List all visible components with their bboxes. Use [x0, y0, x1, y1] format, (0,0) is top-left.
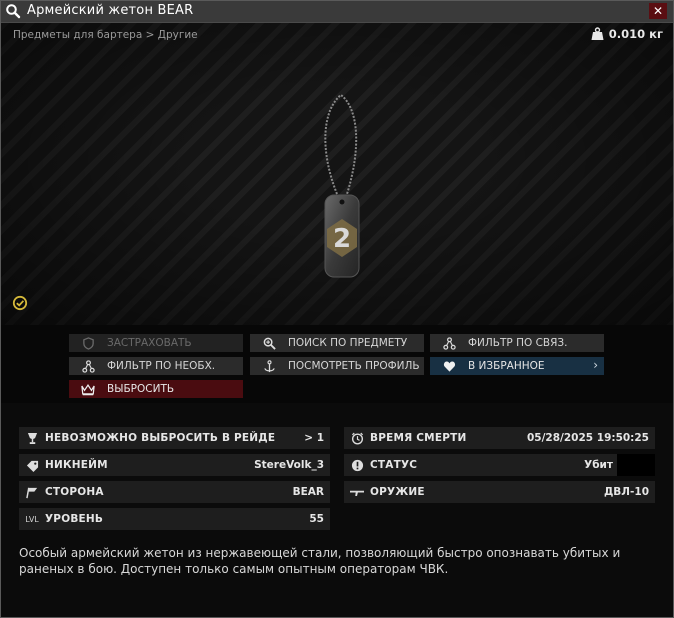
window-title: Армейский жетон BEAR — [27, 3, 194, 18]
stat-value: Убит — [584, 459, 613, 471]
view-profile-label: ПОСМОТРЕТЬ ПРОФИЛЬ — [288, 360, 420, 372]
discard-label: ВЫБРОСИТЬ — [107, 383, 175, 395]
shield-icon — [81, 336, 95, 350]
insure-label: ЗАСТРАХОВАТЬ — [107, 337, 192, 349]
filter-linked-button[interactable]: ФИЛЬТР ПО СВЯЗ. — [430, 334, 604, 352]
anchor-icon — [262, 359, 276, 373]
level-icon: LVL — [25, 514, 39, 524]
flag-icon — [25, 485, 39, 499]
search-icon — [5, 3, 21, 19]
redacted-block — [617, 454, 655, 476]
discard-button[interactable]: ВЫБРОСИТЬ — [69, 380, 243, 398]
stat-label: НЕВОЗМОЖНО ВЫБРОСИТЬ В РЕЙДЕ — [45, 432, 276, 444]
stat-row: СТАТУС Убит — [344, 454, 655, 476]
favorites-label: В ИЗБРАННОЕ — [468, 360, 545, 372]
stat-value: BEAR — [292, 486, 324, 498]
stat-label: СТОРОНА — [45, 486, 104, 498]
stats-panel: НЕВОЗМОЖНО ВЫБРОСИТЬ В РЕЙДЕ > 1 НИКНЕЙМ… — [1, 403, 673, 617]
search-item-button[interactable]: ПОИСК ПО ПРЕДМЕТУ — [250, 334, 424, 352]
weight-display: 0.010 кг — [591, 27, 663, 41]
svg-text:2: 2 — [333, 224, 351, 254]
alert-icon — [350, 458, 364, 472]
stat-value: StereVolk_3 — [254, 459, 324, 471]
action-panel: ЗАСТРАХОВАТЬ ПОИСК ПО ПРЕДМЕТУ ФИЛЬТР ПО… — [1, 325, 673, 403]
heart-icon — [442, 359, 456, 373]
item-inspect-window: Армейский жетон BEAR ✕ Предметы для барт… — [0, 0, 674, 618]
weight-value: 0.010 кг — [608, 27, 663, 41]
stat-row: СТОРОНА BEAR — [19, 481, 330, 503]
favorites-button[interactable]: В ИЗБРАННОЕ › — [430, 357, 604, 375]
stat-label: ВРЕМЯ СМЕРТИ — [370, 432, 467, 444]
rifle-icon — [350, 485, 364, 499]
stat-label: НИКНЕЙМ — [45, 459, 108, 471]
nodes-icon — [81, 359, 95, 373]
clock-icon — [350, 431, 364, 445]
examined-check-icon — [12, 295, 28, 311]
stat-row: LVL УРОВЕНЬ 55 — [19, 508, 330, 530]
item-preview: Предметы для бартера > Другие 0.010 кг 2 — [1, 23, 673, 325]
stat-label: СТАТУС — [370, 459, 418, 471]
stat-row: ВРЕМЯ СМЕРТИ 05/28/2025 19:50:25 — [344, 427, 655, 449]
item-description: Особый армейский жетон из нержавеющей ст… — [19, 546, 621, 576]
stat-value: ДВЛ-10 — [603, 486, 649, 498]
stat-label: УРОВЕНЬ — [45, 513, 104, 525]
stat-row: ОРУЖИЕ ДВЛ-10 — [344, 481, 655, 503]
magnifier-icon — [262, 336, 276, 350]
breadcrumb[interactable]: Предметы для бартера > Другие — [13, 29, 198, 41]
chevron-right-icon: › — [593, 358, 598, 372]
search-item-label: ПОИСК ПО ПРЕДМЕТУ — [288, 337, 408, 349]
nodes-icon — [442, 336, 456, 350]
insure-button[interactable]: ЗАСТРАХОВАТЬ — [69, 334, 243, 352]
stat-row: НИКНЕЙМ StereVolk_3 — [19, 454, 330, 476]
filter-linked-label: ФИЛЬТР ПО СВЯЗ. — [468, 337, 568, 349]
stat-value: 55 — [309, 513, 324, 525]
filter-needed-label: ФИЛЬТР ПО НЕОБХ. — [107, 360, 216, 372]
stat-row: НЕВОЗМОЖНО ВЫБРОСИТЬ В РЕЙДЕ > 1 — [19, 427, 330, 449]
stat-label: ОРУЖИЕ — [370, 486, 425, 498]
dogtag-image: 2 — [324, 93, 360, 278]
view-profile-button[interactable]: ПОСМОТРЕТЬ ПРОФИЛЬ — [250, 357, 424, 375]
stat-value: > 1 — [304, 432, 324, 444]
filter-needed-button[interactable]: ФИЛЬТР ПО НЕОБХ. — [69, 357, 243, 375]
crown-icon — [81, 382, 95, 396]
tag-icon — [25, 458, 39, 472]
goblet-icon — [25, 431, 39, 445]
title-bar[interactable]: Армейский жетон BEAR ✕ — [1, 1, 673, 23]
close-button[interactable]: ✕ — [649, 3, 667, 19]
stat-value: 05/28/2025 19:50:25 — [526, 432, 649, 444]
weight-icon — [591, 27, 604, 40]
